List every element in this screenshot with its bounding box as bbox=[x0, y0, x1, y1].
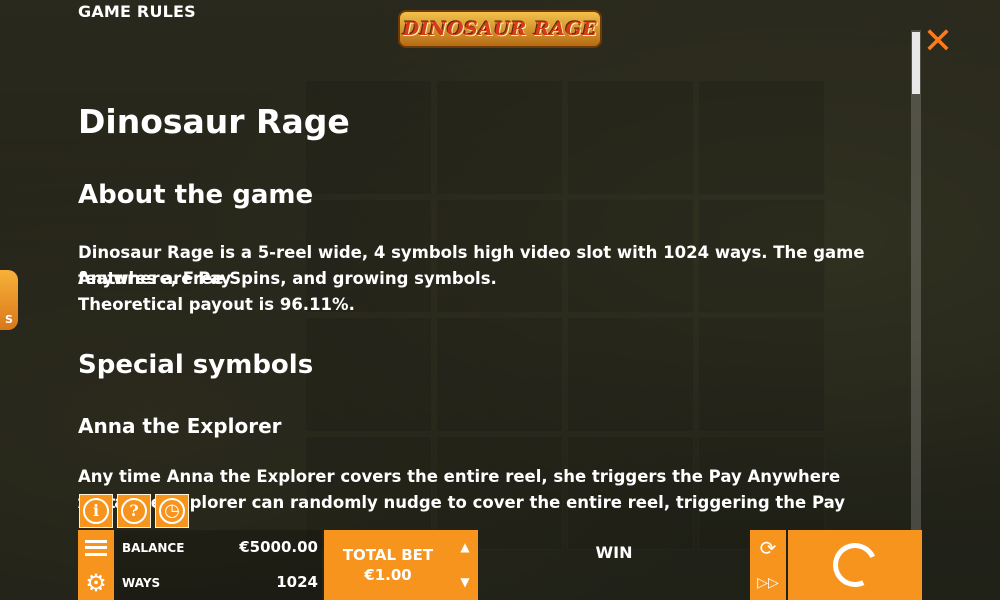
total-bet-button[interactable]: TOTAL BET €1.00 bbox=[324, 530, 452, 600]
payout-text: Theoretical payout is 96.11%. bbox=[78, 295, 355, 314]
scroll-thumb[interactable] bbox=[912, 32, 920, 94]
fast-forward-icon: ▷▷ bbox=[757, 574, 779, 591]
bet-increase-icon[interactable]: ▲ bbox=[452, 530, 478, 565]
help-icon: ? bbox=[121, 498, 147, 524]
spin-icon bbox=[826, 536, 884, 594]
balance-value: €5000.00 bbox=[239, 538, 318, 556]
close-icon[interactable]: ✕ bbox=[922, 24, 954, 60]
total-bet-label: TOTAL BET bbox=[342, 546, 434, 564]
rules-scrollbar[interactable] bbox=[911, 30, 921, 530]
page-title: GAME RULES bbox=[78, 2, 196, 21]
about-heading: About the game bbox=[78, 180, 314, 210]
rules-title: Dinosaur Rage bbox=[78, 102, 350, 141]
anna-text-2: Anna the Explorer can randomly nudge to … bbox=[78, 493, 846, 520]
history-button[interactable]: ◷ bbox=[155, 494, 189, 528]
ways-value: 1024 bbox=[276, 573, 318, 591]
special-symbols-heading: Special symbols bbox=[78, 350, 314, 380]
side-feature-tab[interactable]: S bbox=[0, 270, 18, 330]
game-logo: DINOSAUR RAGE bbox=[398, 6, 602, 52]
autoplay-button[interactable]: ⟳ bbox=[750, 530, 786, 565]
menu-icon bbox=[85, 539, 107, 556]
settings-button[interactable]: ⚙ bbox=[78, 565, 114, 600]
about-line-2: Anywhere, Free Spins, and growing symbol… bbox=[78, 269, 497, 288]
anna-heading: Anna the Explorer bbox=[78, 414, 282, 438]
ways-label: WAYS bbox=[122, 576, 161, 590]
balance-label: BALANCE bbox=[122, 541, 185, 555]
fast-play-button[interactable]: ▷▷ bbox=[750, 565, 786, 600]
info-button[interactable]: i bbox=[79, 494, 113, 528]
history-icon: ◷ bbox=[159, 498, 185, 524]
bottom-control-bar: ⚙ BALANCE €5000.00 WAYS 1024 TOTAL BET €… bbox=[0, 530, 1000, 600]
total-bet-value: €1.00 bbox=[364, 566, 412, 584]
help-button[interactable]: ? bbox=[117, 494, 151, 528]
win-label: WIN bbox=[595, 543, 633, 562]
menu-button[interactable] bbox=[78, 530, 114, 565]
bet-decrease-icon[interactable]: ▼ bbox=[452, 565, 478, 600]
rules-content: Dinosaur Rage About the game Dinosaur Ra… bbox=[78, 90, 898, 520]
gear-icon: ⚙ bbox=[85, 568, 107, 597]
bet-adjust: ▲ ▼ bbox=[452, 530, 478, 600]
autoplay-icon: ⟳ bbox=[759, 535, 777, 560]
balance-panel: BALANCE €5000.00 WAYS 1024 bbox=[114, 530, 322, 600]
info-icon: i bbox=[83, 498, 109, 524]
spin-button[interactable] bbox=[788, 530, 922, 600]
